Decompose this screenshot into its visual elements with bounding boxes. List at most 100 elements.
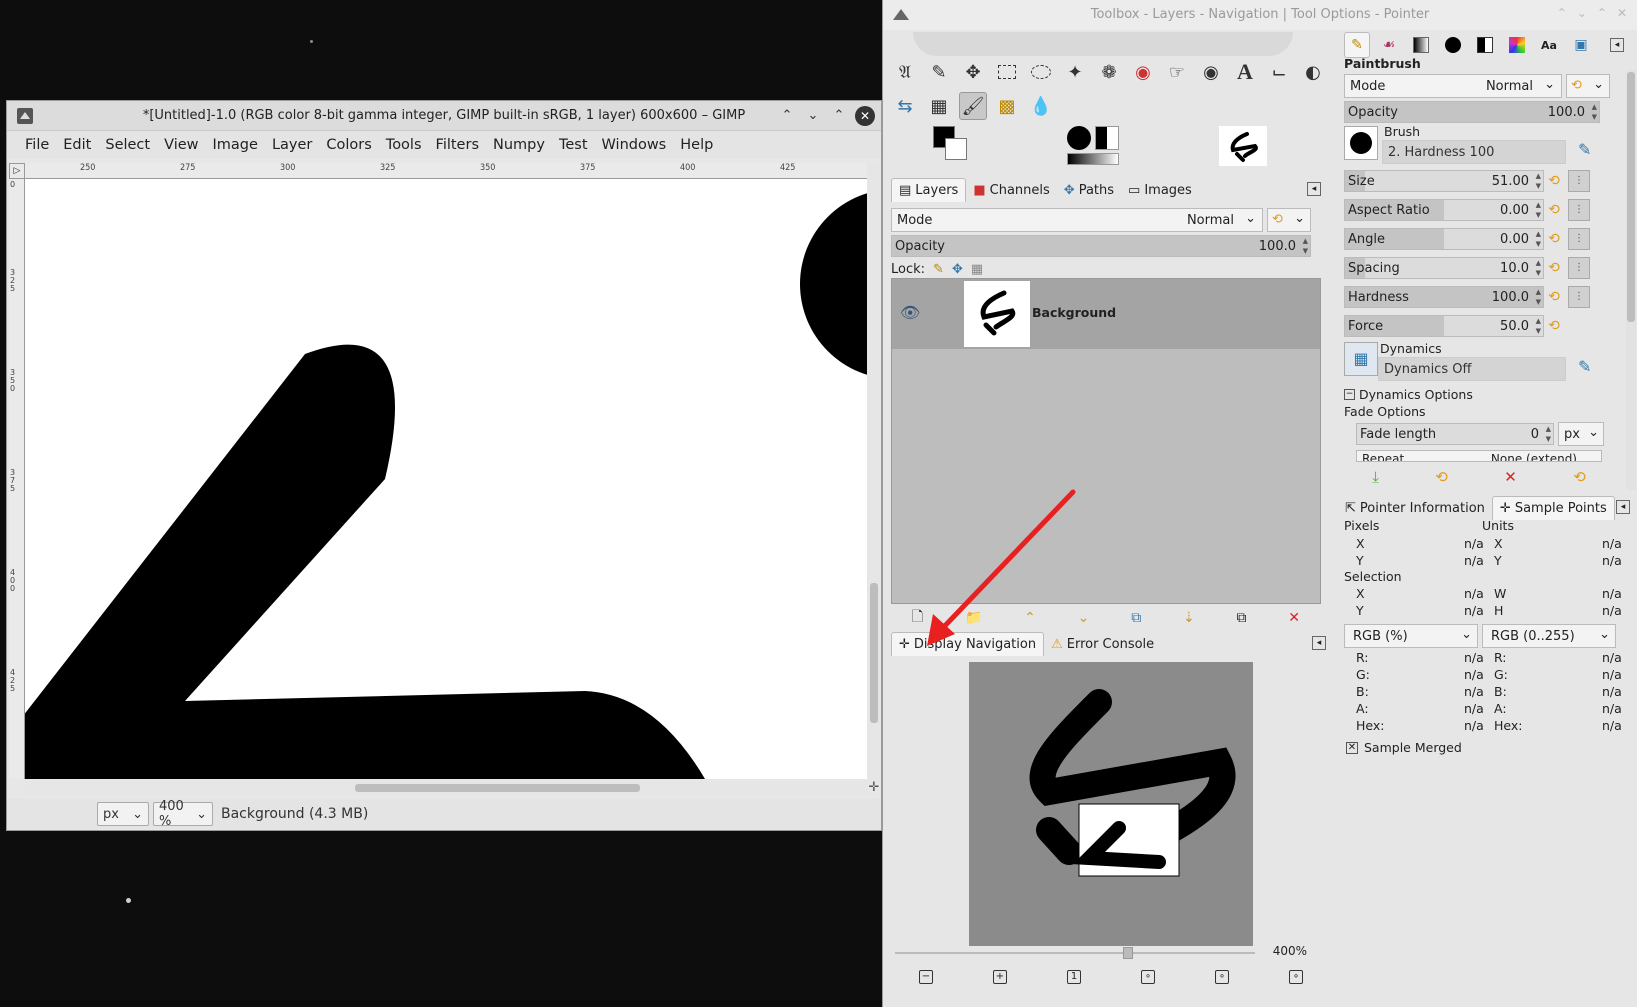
reset-icon[interactable]: ⟲ [1544,231,1564,247]
close-icon[interactable]: ✕ [855,106,875,126]
menu-view[interactable]: View [157,137,205,153]
delete-layer-icon[interactable]: ✕ [1288,610,1300,626]
minimize-icon[interactable]: ⌄ [1577,6,1587,20]
reset-icon[interactable]: ⟲ [1544,173,1564,189]
menu-help[interactable]: Help [673,137,720,153]
save-options-icon[interactable]: ⤓ [1372,468,1379,486]
fonts-tab-icon[interactable]: Aa [1536,32,1562,58]
menu-windows[interactable]: Windows [595,137,674,153]
tab-paths[interactable]: ✥ Paths [1057,178,1121,202]
brush-option-slider[interactable]: Size 51.00 ▲ ▼ [1344,170,1544,192]
horizontal-ruler[interactable]: 250 275 300 325 350 375 400 425 [25,163,867,179]
cage-icon[interactable]: ▦ [925,92,953,120]
close-icon[interactable]: ✕ [1617,6,1627,20]
ruler-corner-button[interactable]: ▷ [9,163,25,179]
lock-position-icon[interactable]: ✥ [952,262,963,277]
reset-icon[interactable]: ⟲ [1544,202,1564,218]
palettes-tab-icon[interactable] [1504,32,1530,58]
fg-bg-colors[interactable] [933,126,973,166]
zoom-select[interactable]: 400 % ⌄ [153,799,213,829]
tab-layers[interactable]: ▤ Layers [891,178,967,202]
minimize-icon[interactable]: ⌄ [803,106,823,126]
tool-options-tab-icon[interactable]: ✎ [1344,32,1370,58]
zoom-fit-icon[interactable]: ∘ [1141,970,1155,984]
paint-opacity-slider[interactable]: Opacity 100.0 ▲ ▼ [1344,101,1600,123]
vertical-ruler[interactable]: 0 325 350 375 400 425 [9,179,25,779]
duplicate-layer-icon[interactable]: ⧉ [1131,610,1141,626]
flip-icon[interactable]: ⇆ [891,92,919,120]
menu-test[interactable]: Test [552,137,595,153]
reset-icon[interactable]: ⟲ [1544,318,1564,334]
delete-options-icon[interactable]: ✕ [1504,468,1517,486]
paintbrush-icon[interactable]: 🖌 [959,92,987,120]
warp-icon[interactable]: ☞ [1163,58,1191,86]
smudge-icon[interactable]: 💧 [1027,92,1055,120]
vertical-scrollbar[interactable] [867,163,881,781]
nav-zoom-slider[interactable]: 400% [891,944,1331,962]
dynamics-chooser[interactable]: ▦ [1344,342,1378,376]
tab-images[interactable]: ▭ Images [1121,178,1199,202]
free-select-icon[interactable]: ❁ [1095,58,1123,86]
zoom-in-icon[interactable]: + [993,970,1007,984]
edit-dynamics-icon[interactable]: ✎ [1578,357,1591,376]
layer-row[interactable]: 👁 Background [892,279,1320,349]
active-image-thumb[interactable] [1219,126,1267,166]
reset-icon[interactable]: ⟲ [1544,260,1564,276]
rect-select-icon[interactable] [993,58,1021,86]
zoom-out-icon[interactable]: − [919,970,933,984]
dynamics-options-expander[interactable]: − Dynamics Options [1344,387,1473,402]
maximize-icon[interactable]: ⌃ [1597,6,1607,20]
lock-pixels-icon[interactable]: ✎ [933,262,944,277]
spin-arrows-icon[interactable]: ▲ ▼ [1536,229,1541,249]
menu-layer[interactable]: Layer [265,137,319,153]
dodge-icon[interactable]: ◐ [1299,58,1327,86]
color-picker-icon[interactable]: ✎ [925,58,953,86]
tab-pointer-information[interactable]: ⇱ Pointer Information [1338,496,1492,520]
clone-icon[interactable]: ▩ [993,92,1021,120]
merge-layer-icon[interactable]: ⇣ [1183,610,1195,626]
spin-arrows-icon[interactable]: ▲ ▼ [1536,258,1541,278]
menu-numpy[interactable]: Numpy [486,137,552,153]
brush-option-slider[interactable]: Spacing 10.0 ▲ ▼ [1344,257,1544,279]
image-canvas[interactable] [25,179,867,779]
brush-name-field[interactable]: 2. Hardness 100 [1382,140,1566,164]
spin-arrows-icon[interactable]: ▲ ▼ [1536,316,1541,336]
tab-channels[interactable]: ■ Channels [966,178,1056,202]
tab-sample-points[interactable]: ✛ Sample Points [1491,496,1615,520]
layer-composite-select[interactable]: ⟲ ⌄ [1267,208,1311,232]
menu-edit[interactable]: Edit [56,137,98,153]
gradients-tab-icon[interactable] [1408,32,1434,58]
visibility-eye-icon[interactable]: 👁 [900,303,920,322]
edit-brush-icon[interactable]: ✎ [1578,140,1591,159]
link-chain-icon[interactable]: ⋮ [1568,199,1590,221]
layer-mode-select[interactable]: Mode Normal ⌄ [891,208,1263,232]
tool-options-scrollbar[interactable] [1626,70,1636,490]
text-tool-icon[interactable]: A [1231,58,1259,86]
tab-menu-icon[interactable]: ◂ [1610,38,1624,52]
link-chain-icon[interactable]: ⋮ [1568,170,1590,192]
shrink-wrap-icon[interactable]: ∘ [1289,970,1303,984]
spin-arrows-icon[interactable]: ▲ ▼ [1546,424,1551,444]
device-status-tab-icon[interactable]: ☙ [1376,32,1402,58]
bucket-fill-icon[interactable]: ◉ [1197,58,1225,86]
tool-options-scroll-thumb[interactable] [1627,72,1635,322]
tab-menu-icon[interactable]: ◂ [1307,182,1321,196]
restore-options-icon[interactable]: ⟲ [1435,468,1448,486]
menu-image[interactable]: Image [206,137,265,153]
link-chain-icon[interactable]: ⋮ [1568,257,1590,279]
brush-option-slider[interactable]: Angle 0.00 ▲ ▼ [1344,228,1544,250]
lock-alpha-icon[interactable]: ▦ [971,262,983,277]
dock-titlebar[interactable]: Toolbox - Layers - Navigation | Tool Opt… [883,0,1637,30]
document-history-tab-icon[interactable]: ▣ [1568,32,1594,58]
maximize-icon[interactable]: ⌃ [829,106,849,126]
spin-arrows-icon[interactable]: ▲ ▼ [1592,102,1597,122]
spin-arrows-icon[interactable]: ▲ ▼ [1536,171,1541,191]
menu-colors[interactable]: Colors [319,137,378,153]
paths-tool-icon[interactable]: 𝔄 [891,58,919,86]
color-model-left-select[interactable]: RGB (%) ⌄ [1344,624,1478,648]
brush-option-slider[interactable]: Aspect Ratio 0.00 ▲ ▼ [1344,199,1544,221]
crop-icon[interactable]: ⌙ [1265,58,1293,86]
mask-icon[interactable]: ⧉ [1236,610,1246,626]
spin-arrows-icon[interactable]: ▲ ▼ [1536,200,1541,220]
spin-arrows-icon[interactable]: ▲ ▼ [1303,236,1308,256]
